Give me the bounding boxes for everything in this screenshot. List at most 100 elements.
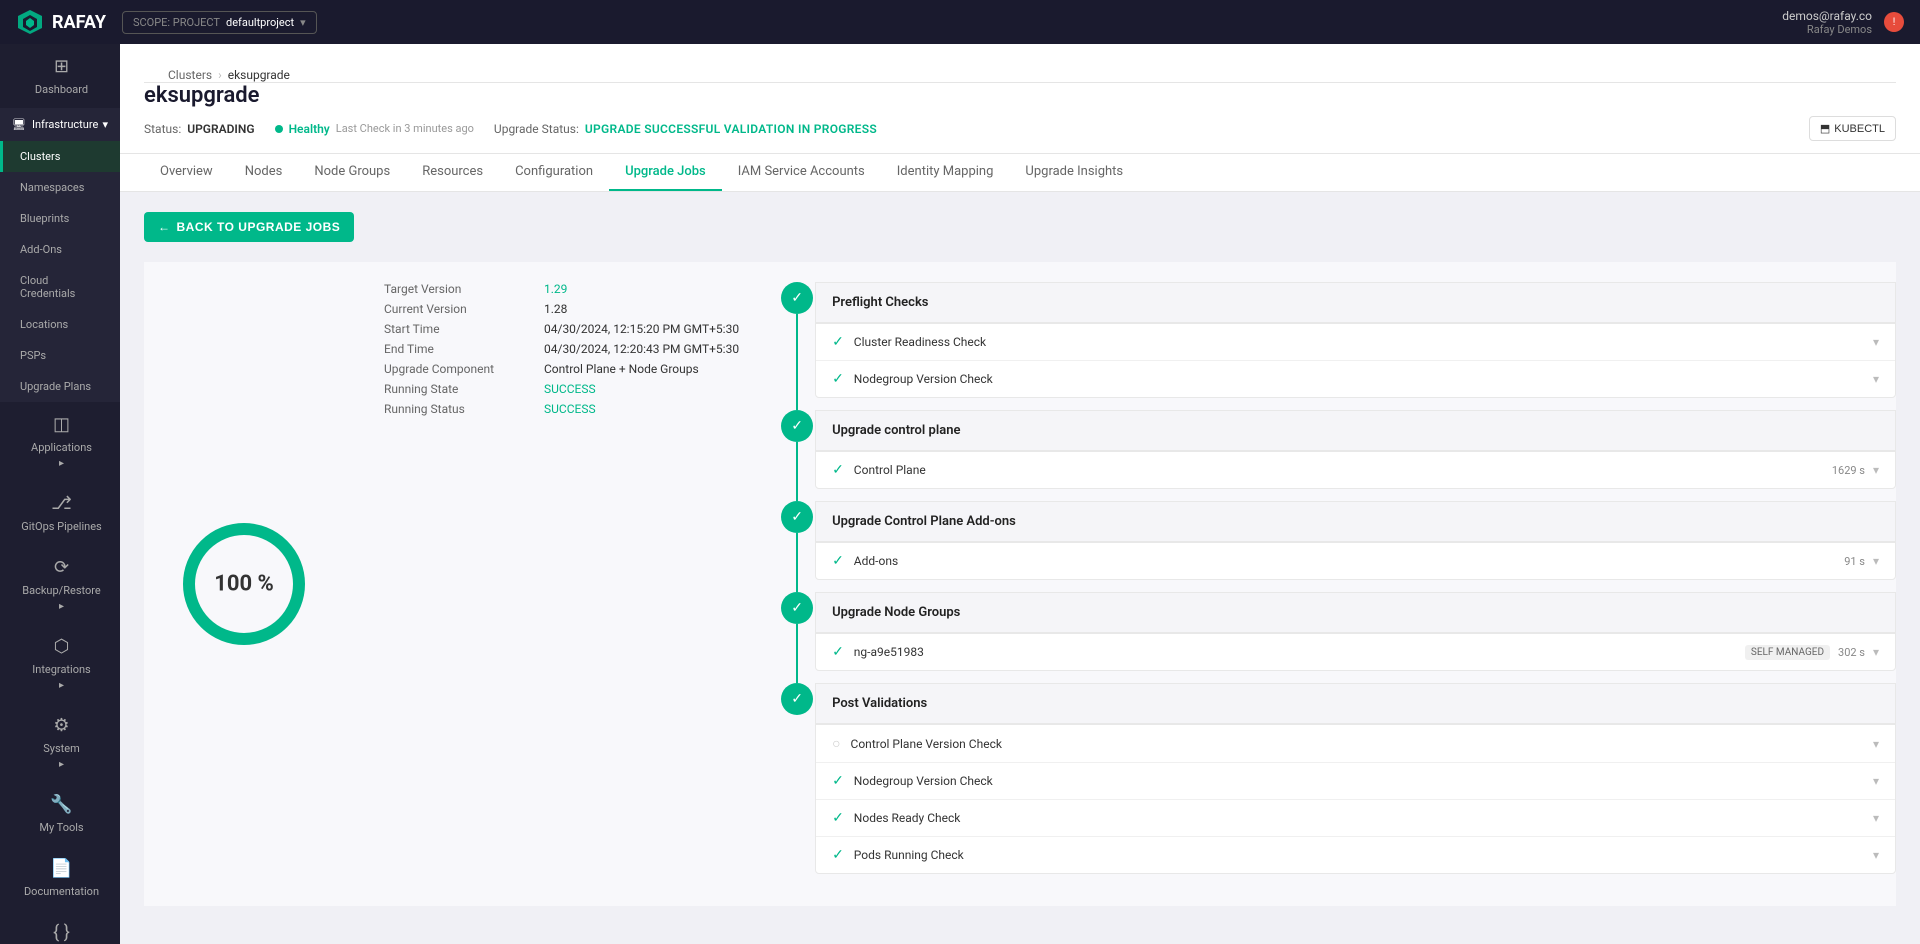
sub-label: Nodegroup Version Check bbox=[854, 372, 1865, 386]
step-body: ✓Control Plane1629 s▾ bbox=[815, 451, 1896, 489]
info-value: 04/30/2024, 12:15:20 PM GMT+5:30 bbox=[544, 322, 739, 336]
sidebar-item-clusters[interactable]: Clusters bbox=[0, 141, 120, 172]
step-block: ✓Upgrade Node Groups✓ng-a9e51983SELF MAN… bbox=[779, 592, 1896, 683]
expand-icon[interactable]: ▾ bbox=[1873, 848, 1879, 862]
breadcrumb-separator: › bbox=[218, 68, 222, 82]
expand-icon[interactable]: ▾ bbox=[1873, 335, 1879, 349]
sidebar-item-add-ons[interactable]: Add-Ons bbox=[0, 234, 120, 265]
user-email: demos@rafay.co bbox=[1782, 9, 1872, 23]
expand-icon-3: ▸ bbox=[59, 680, 64, 691]
sidebar-item-gitops[interactable]: ⎇ GitOps Pipelines bbox=[0, 481, 120, 545]
back-arrow-icon: ← bbox=[158, 220, 171, 234]
kubectl-button[interactable]: ⬒ KUBECTL bbox=[1809, 116, 1896, 141]
sidebar-item-blueprints[interactable]: Blueprints bbox=[0, 203, 120, 234]
sidebar-item-integrations[interactable]: ⬡ Integrations ▸ bbox=[0, 624, 120, 703]
pending-icon: ○ bbox=[832, 735, 840, 752]
notification-icon[interactable]: ! bbox=[1884, 12, 1904, 32]
page-header: Clusters › eksupgrade eksupgrade Status:… bbox=[120, 44, 1920, 154]
sidebar-item-locations[interactable]: Locations bbox=[0, 309, 120, 340]
info-row: End Time 04/30/2024, 12:20:43 PM GMT+5:3… bbox=[384, 342, 739, 356]
upgrade-status-value: UPGRADE SUCCESSFUL VALIDATION IN PROGRES… bbox=[585, 122, 877, 136]
step-content: Upgrade Node Groups✓ng-a9e51983SELF MANA… bbox=[815, 592, 1896, 671]
sub-label: Control Plane Version Check bbox=[851, 737, 1865, 751]
sidebar-item-my-tools[interactable]: 🔧 My Tools bbox=[0, 782, 120, 846]
info-key: Target Version bbox=[384, 282, 524, 296]
sidebar-item-upgrade-plans[interactable]: Upgrade Plans bbox=[0, 371, 120, 402]
check-icon: ✓ bbox=[832, 847, 844, 863]
step-header-area: Upgrade Control Plane Add-ons bbox=[815, 501, 1896, 542]
sidebar-item-documentation[interactable]: 📄 Documentation bbox=[0, 846, 120, 910]
steps-panel: ✓Preflight Checks✓Cluster Readiness Chec… bbox=[779, 282, 1896, 886]
expand-icon[interactable]: ▾ bbox=[1873, 774, 1879, 788]
sidebar-item-backup[interactable]: ⟳ Backup/Restore ▸ bbox=[0, 545, 120, 624]
info-key: Upgrade Component bbox=[384, 362, 524, 376]
tab-upgrade-jobs[interactable]: Upgrade Jobs bbox=[609, 154, 722, 191]
step-sub-item: ✓Nodegroup Version Check▾ bbox=[816, 361, 1895, 397]
check-icon: ✓ bbox=[832, 773, 844, 789]
upgrade-detail-panel: 100 % Target Version 1.29 Current Versio… bbox=[144, 262, 1896, 906]
infrastructure-header[interactable]: 🖥 Infrastructure ▾ bbox=[0, 108, 120, 141]
expand-icon[interactable]: ▾ bbox=[1873, 372, 1879, 386]
step-sub-item: ○ Control Plane Version Check ▾ bbox=[816, 725, 1895, 763]
sidebar-item-cloud-credentials[interactable]: Cloud Credentials bbox=[0, 265, 120, 309]
expand-icon[interactable]: ▾ bbox=[1873, 811, 1879, 825]
expand-icon[interactable]: ▾ bbox=[1873, 463, 1879, 477]
scope-selector[interactable]: SCOPE: PROJECT defaultproject ▾ bbox=[122, 11, 317, 34]
step-sub-item: ✓Nodegroup Version Check▾ bbox=[816, 763, 1895, 800]
step-sub-item: ✓Add-ons91 s▾ bbox=[816, 543, 1895, 579]
backup-icon: ⟳ bbox=[54, 557, 69, 578]
info-value: Control Plane + Node Groups bbox=[544, 362, 699, 376]
step-circle-icon: ✓ bbox=[781, 683, 813, 715]
sidebar-item-system[interactable]: ⚙ System ▸ bbox=[0, 703, 120, 782]
tab-iam-service-accounts[interactable]: IAM Service Accounts bbox=[722, 154, 881, 191]
tab-overview[interactable]: Overview bbox=[144, 154, 229, 191]
documentation-label: Documentation bbox=[24, 885, 99, 898]
breadcrumb-clusters-link[interactable]: Clusters bbox=[168, 68, 212, 82]
tab-configuration[interactable]: Configuration bbox=[499, 154, 609, 191]
info-row: Start Time 04/30/2024, 12:15:20 PM GMT+5… bbox=[384, 322, 739, 336]
info-row: Target Version 1.29 bbox=[384, 282, 739, 296]
info-panel: Target Version 1.29 Current Version 1.28… bbox=[384, 282, 739, 886]
health-dot-icon bbox=[275, 125, 283, 133]
sidebar-item-applications[interactable]: ◫ Applications ▸ bbox=[0, 402, 120, 481]
tab-node-groups[interactable]: Node Groups bbox=[298, 154, 406, 191]
sidebar-item-api-docs[interactable]: { } API Docs bbox=[0, 910, 120, 944]
status-item: Status: UPGRADING bbox=[144, 122, 255, 136]
tab-resources[interactable]: Resources bbox=[406, 154, 499, 191]
applications-label: Applications bbox=[31, 441, 92, 454]
sidebar-item-dashboard[interactable]: ⊞ Dashboard bbox=[0, 44, 120, 108]
expand-icon[interactable]: ▾ bbox=[1873, 554, 1879, 568]
my-tools-label: My Tools bbox=[39, 821, 83, 834]
step-body: ✓Cluster Readiness Check▾✓Nodegroup Vers… bbox=[815, 323, 1896, 398]
sidebar-item-namespaces[interactable]: Namespaces bbox=[0, 172, 120, 203]
top-nav: RAFAY SCOPE: PROJECT defaultproject ▾ de… bbox=[0, 0, 1920, 44]
step-line-col: ✓ bbox=[779, 282, 815, 410]
backup-label: Backup/Restore bbox=[22, 584, 100, 597]
status-label: Status: bbox=[144, 122, 181, 136]
step-body: ○Control Plane Version Check▾✓Nodegroup … bbox=[815, 724, 1896, 874]
info-row: Upgrade Component Control Plane + Node G… bbox=[384, 362, 739, 376]
sidebar-item-infrastructure: 🖥 Infrastructure ▾ Clusters Namespaces B… bbox=[0, 108, 120, 402]
integrations-icon: ⬡ bbox=[54, 636, 70, 657]
expand-icon[interactable]: ▾ bbox=[1873, 645, 1879, 659]
expand-icon[interactable]: ▾ bbox=[1873, 737, 1879, 751]
step-block: ✓Post Validations○Control Plane Version … bbox=[779, 683, 1896, 886]
step-block: ✓Preflight Checks✓Cluster Readiness Chec… bbox=[779, 282, 1896, 410]
tab-upgrade-insights[interactable]: Upgrade Insights bbox=[1009, 154, 1139, 191]
step-sub-item: ✓ng-a9e51983SELF MANAGED302 s▾ bbox=[816, 634, 1895, 670]
sidebar-item-psps[interactable]: PSPs bbox=[0, 340, 120, 371]
health-text: Healthy bbox=[289, 122, 330, 136]
step-line-col: ✓ bbox=[779, 592, 815, 683]
tab-nodes[interactable]: Nodes bbox=[229, 154, 299, 191]
back-to-upgrade-jobs-button[interactable]: ← BACK TO UPGRADE JOBS bbox=[144, 212, 354, 242]
sub-tag: SELF MANAGED bbox=[1745, 645, 1830, 660]
upgrade-status: Upgrade Status: UPGRADE SUCCESSFUL VALID… bbox=[494, 122, 877, 136]
step-title: Upgrade control plane bbox=[832, 423, 1879, 438]
tab-identity-mapping[interactable]: Identity Mapping bbox=[881, 154, 1010, 191]
infrastructure-sub-items: Clusters Namespaces Blueprints Add-Ons C… bbox=[0, 141, 120, 402]
sub-time: 1629 s bbox=[1832, 464, 1865, 477]
expand-icon-4: ▸ bbox=[59, 759, 64, 770]
step-header-area: Post Validations bbox=[815, 683, 1896, 724]
info-row: Current Version 1.28 bbox=[384, 302, 739, 316]
step-line-col: ✓ bbox=[779, 410, 815, 501]
